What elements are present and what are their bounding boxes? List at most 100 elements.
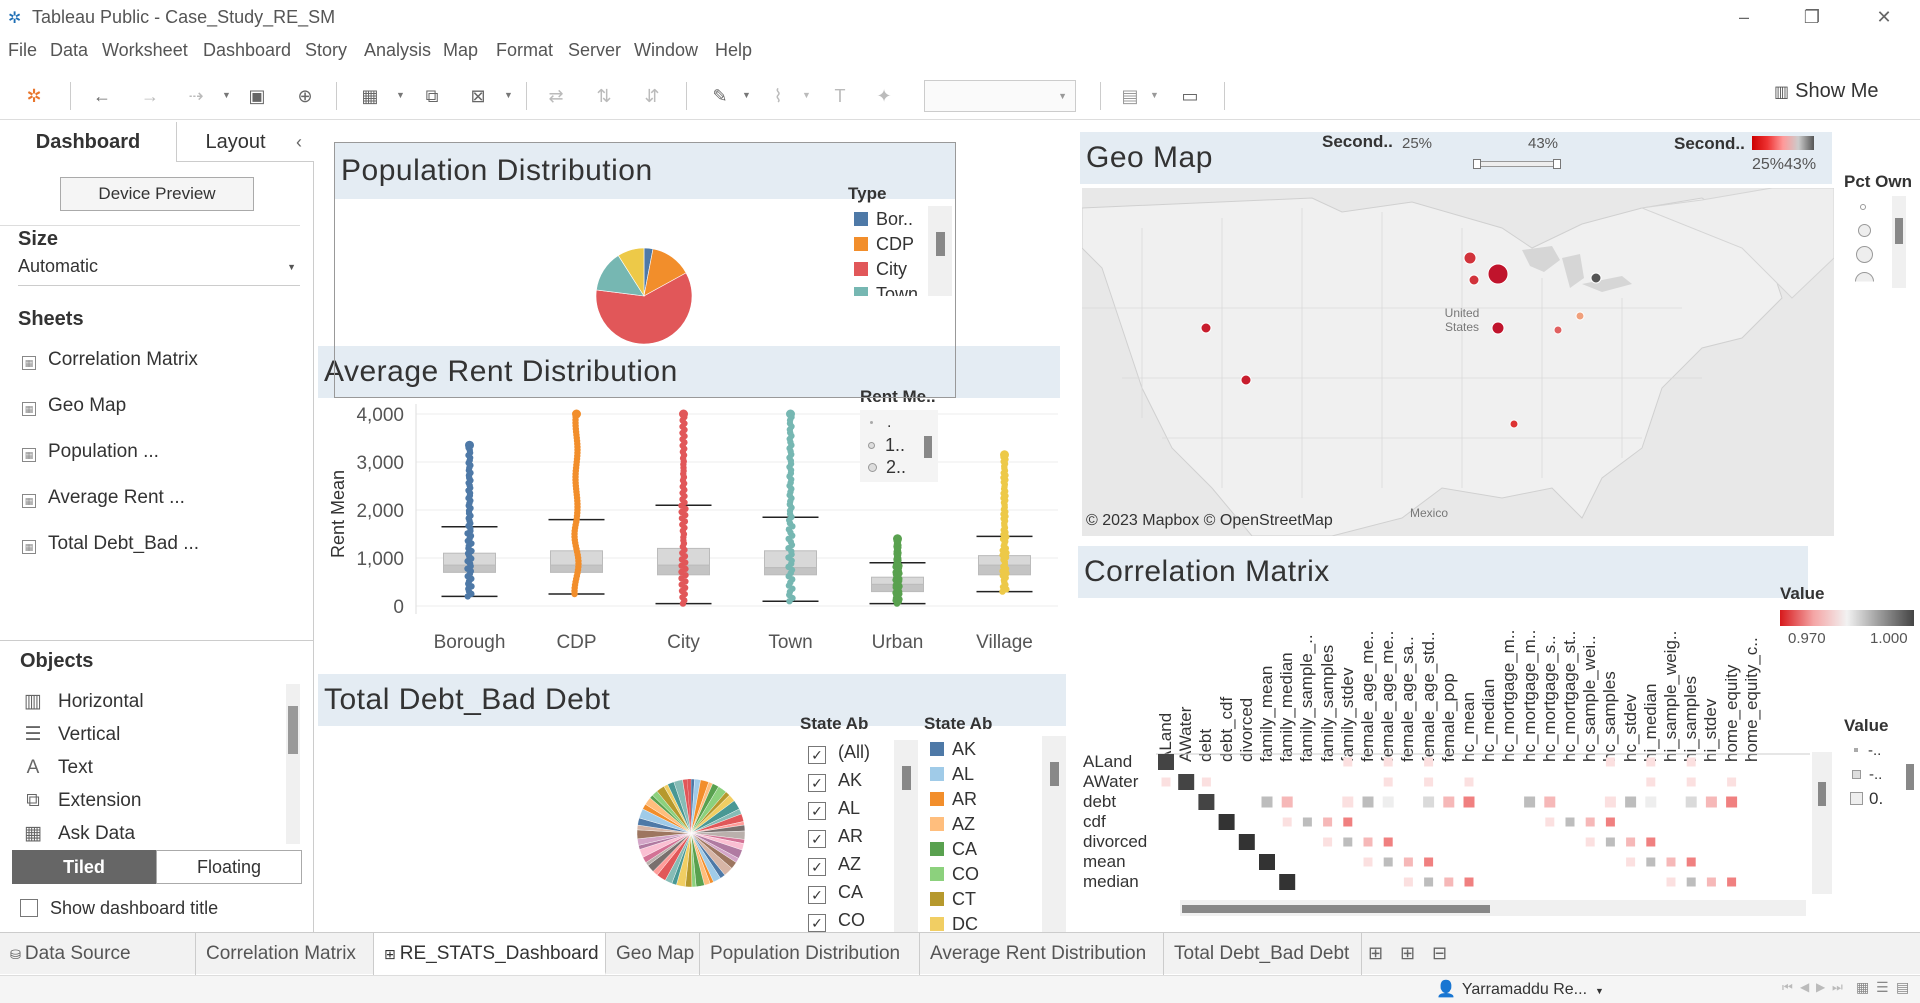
corr-v-scrollbar-thumb[interactable] (1818, 782, 1826, 806)
debt-legend-item[interactable]: AK (930, 738, 976, 760)
sort-descending-icon[interactable]: ⇵ (640, 84, 664, 108)
nav-last-icon[interactable]: ⏭ (1832, 980, 1843, 995)
pct-own-scrollbar-thumb[interactable] (1895, 218, 1903, 244)
slider-handle-min[interactable] (1473, 159, 1481, 169)
show-cards-dropdown-icon[interactable]: ▼ (1150, 90, 1159, 100)
rent-legend-item[interactable]: . (870, 412, 891, 434)
corr-legend2-item[interactable]: -.. (1852, 764, 1882, 786)
menu-dashboard[interactable]: Dashboard (203, 40, 291, 61)
sheet-item-geo-map[interactable]: ▦ Geo Map (22, 392, 126, 420)
group-icon[interactable]: ⌇ (766, 84, 790, 108)
debt-legend-item[interactable]: DC (930, 913, 978, 932)
filter-checkbox[interactable]: ✓ AR (808, 824, 863, 848)
sort-ascending-icon[interactable]: ⇅ (592, 84, 616, 108)
show-cards-icon[interactable]: ▤ (1118, 84, 1142, 108)
fit-select[interactable]: ▼ (924, 80, 1076, 112)
tableau-home-icon[interactable]: ✲ (22, 84, 46, 108)
population-legend-scrollbar-thumb[interactable] (936, 232, 945, 256)
menu-format[interactable]: Format (496, 40, 553, 61)
filter-checkbox[interactable]: ✓ AK (808, 768, 862, 792)
filter-checkbox[interactable]: ✓ (All) (808, 740, 870, 764)
population-legend-item[interactable]: Town (854, 283, 918, 296)
tab-layout[interactable]: Layout (176, 122, 314, 162)
sheet-item-total-debt[interactable]: ▦ Total Debt_Bad ... (22, 530, 199, 558)
menu-help[interactable]: Help (715, 40, 752, 61)
nav-prev-icon[interactable]: ◀ (1800, 980, 1809, 994)
corr-h-scrollbar-thumb[interactable] (1182, 905, 1490, 913)
rent-legend-item[interactable]: 2.. (868, 456, 906, 478)
grid-view-icon[interactable]: ▦ (1856, 979, 1869, 996)
debt-legend-scrollbar[interactable] (1042, 736, 1066, 932)
filter-checkbox[interactable]: ✓ AZ (808, 852, 861, 876)
undo-icon[interactable]: ← (90, 84, 114, 108)
nav-first-icon[interactable]: ⏮ (1782, 980, 1793, 995)
corr-legend2-item[interactable]: -.. (1854, 740, 1881, 762)
debt-legend-item[interactable]: CT (930, 888, 976, 910)
debt-legend-item[interactable]: CO (930, 863, 979, 885)
object-extension[interactable]: ⧉ Extension (20, 787, 141, 815)
tab-correlation-matrix[interactable]: Correlation Matrix (196, 933, 374, 975)
tab-total-debt[interactable]: Total Debt_Bad Debt (1164, 933, 1362, 975)
menu-worksheet[interactable]: Worksheet (102, 40, 188, 61)
menu-map[interactable]: Map (443, 40, 478, 61)
device-preview-button[interactable]: Device Preview (60, 177, 254, 211)
tab-data-source[interactable]: ⛁ Data Source (0, 933, 196, 975)
minimize-button[interactable]: – (1724, 4, 1764, 30)
debt-legend-item[interactable]: AR (930, 788, 977, 810)
group-dropdown-icon[interactable]: ▼ (802, 90, 811, 100)
debt-legend-item[interactable]: CA (930, 838, 977, 860)
clear-dropdown-icon[interactable]: ▼ (504, 90, 513, 100)
list-view-icon[interactable]: ☰ (1876, 979, 1889, 996)
user-menu[interactable]: 👤 Yarramaddu Re... ▼ (1436, 979, 1604, 1003)
debt-legend-item[interactable]: AL (930, 763, 974, 785)
clear-sheet-icon[interactable]: ⊠ (466, 84, 490, 108)
population-legend-item[interactable]: Bor.. (854, 208, 913, 230)
new-worksheet-icon[interactable]: ▦ (358, 84, 382, 108)
new-dashboard-tab-icon[interactable]: ⊞ (1400, 943, 1415, 964)
corr-h-scrollbar[interactable] (1180, 900, 1806, 916)
tab-dashboard[interactable]: Dashboard (0, 122, 176, 162)
debt-filter-scrollbar-thumb[interactable] (902, 766, 911, 790)
sheet-item-population[interactable]: ▦ Population ... (22, 438, 159, 466)
corr-v-scrollbar[interactable] (1812, 752, 1832, 894)
menu-story[interactable]: Story (305, 40, 347, 61)
save-icon[interactable]: ▣ (245, 84, 269, 108)
replace-data-dropdown-icon[interactable]: ▼ (222, 90, 231, 100)
filter-checkbox[interactable]: ✓ AL (808, 796, 860, 820)
new-datasource-icon[interactable]: ⊕ (293, 84, 317, 108)
rent-legend-scrollbar-thumb[interactable] (924, 436, 932, 458)
rent-legend-item[interactable]: 1.. (868, 434, 905, 456)
tab-geo-map[interactable]: Geo Map (606, 933, 700, 975)
tiled-button[interactable]: Tiled (12, 850, 156, 884)
population-legend-item[interactable]: CDP (854, 233, 914, 255)
debt-filter-scrollbar[interactable] (894, 740, 918, 932)
filmstrip-view-icon[interactable]: ▤ (1896, 979, 1909, 996)
new-worksheet-tab-icon[interactable]: ⊞ (1368, 943, 1383, 964)
restore-button[interactable]: ❐ (1792, 4, 1832, 30)
population-legend-scrollbar[interactable] (928, 206, 952, 296)
menu-file[interactable]: File (8, 40, 37, 61)
swap-icon[interactable]: ⇄ (544, 84, 568, 108)
new-worksheet-dropdown-icon[interactable]: ▼ (396, 90, 405, 100)
objects-scrollbar[interactable] (286, 684, 300, 844)
highlight-icon[interactable]: ✎ (708, 84, 732, 108)
menu-analysis[interactable]: Analysis (364, 40, 431, 61)
menu-window[interactable]: Window (634, 40, 698, 61)
filter-checkbox[interactable]: ✓ CO (808, 908, 865, 932)
duplicate-icon[interactable]: ⧉ (420, 84, 444, 108)
show-me-button[interactable]: ▥ Show Me (1774, 80, 1879, 110)
close-button[interactable]: ✕ (1864, 4, 1904, 30)
show-title-checkbox[interactable]: Show dashboard title (20, 898, 218, 919)
population-legend-item[interactable]: City (854, 258, 907, 280)
object-vertical[interactable]: ☰ Vertical (20, 721, 120, 749)
geomap-range-slider[interactable] (1473, 159, 1561, 169)
object-text[interactable]: A Text (20, 754, 93, 782)
replace-data-icon[interactable]: ⇢ (184, 84, 208, 108)
corr-legend2-scrollbar-thumb[interactable] (1906, 764, 1914, 790)
new-story-tab-icon[interactable]: ⊟ (1432, 943, 1447, 964)
redo-icon[interactable]: → (138, 84, 162, 108)
object-ask-data[interactable]: ▦ Ask Data (20, 820, 135, 848)
floating-button[interactable]: Floating (156, 850, 302, 884)
collapse-pane-button[interactable]: ‹ (296, 132, 302, 153)
nav-next-icon[interactable]: ▶ (1816, 980, 1825, 994)
